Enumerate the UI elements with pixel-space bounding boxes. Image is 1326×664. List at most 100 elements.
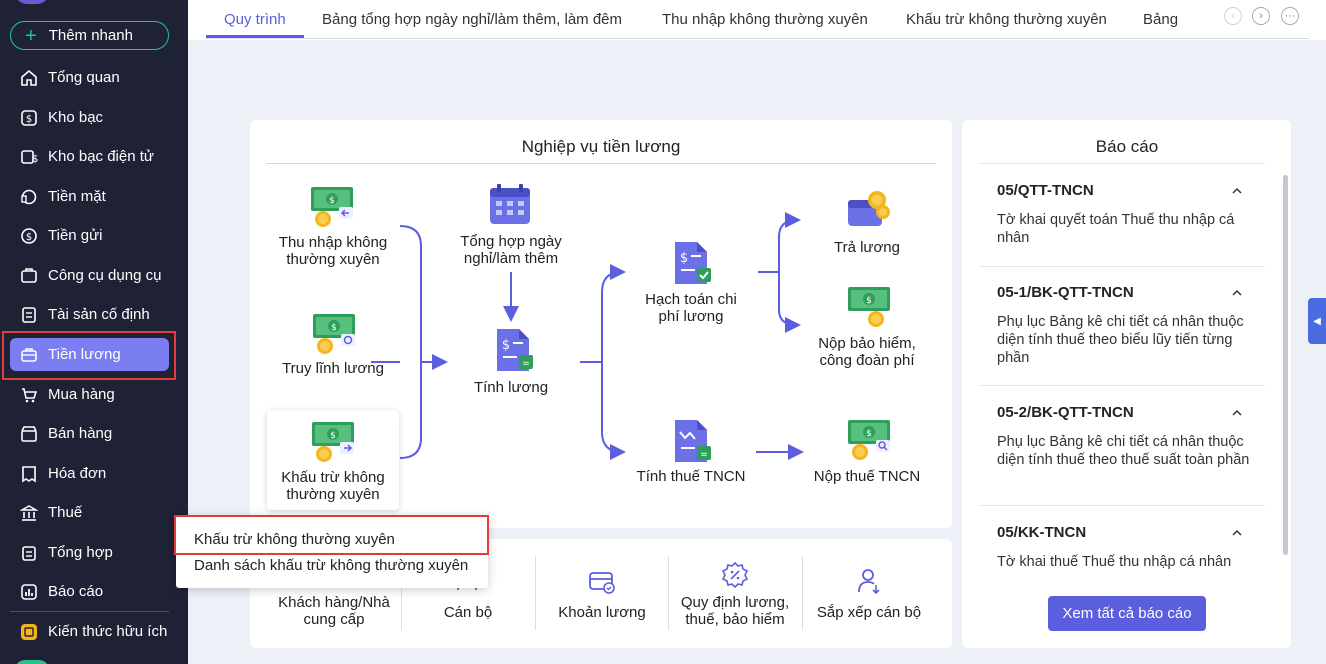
sidebar-item-label: Mua hàng xyxy=(48,386,115,403)
customer-supplier-link[interactable]: Khách hàng/Nhà cung cấp xyxy=(270,594,398,628)
sidebar-item-label: Kiến thức hữu ích xyxy=(48,623,168,640)
payroll-refund-label[interactable]: Truy lĩnh lương xyxy=(268,360,398,377)
menu-item-deduction-list[interactable]: Danh sách khấu trừ không thường xuyên xyxy=(194,557,468,574)
income-irregular-label[interactable]: Thu nhập không thường xuyên xyxy=(268,234,398,268)
pay-salary-label[interactable]: Trả lương xyxy=(802,239,932,256)
report-desc: Phụ lục Bảng kê chi tiết cá nhân thuộc d… xyxy=(997,314,1244,366)
sidebar-item-report[interactable]: Báo cáo xyxy=(10,575,169,608)
calendar-icon xyxy=(488,183,532,232)
sidebar-item-purchase[interactable]: Mua hàng xyxy=(10,378,169,411)
collapse-panel-icon[interactable]: ◀ xyxy=(1308,298,1326,344)
arrange-staff-link[interactable]: Sắp xếp cán bộ xyxy=(803,604,935,621)
sidebar-item-label: Bán hàng xyxy=(48,425,113,442)
quick-add-label: Thêm nhanh xyxy=(48,27,133,44)
deposit-icon: $ xyxy=(19,226,39,246)
more-icon[interactable]: ··· xyxy=(1281,7,1299,25)
sidebar-item-sales[interactable]: Bán hàng xyxy=(10,417,169,450)
sidebar-item-deposit[interactable]: $ Tiền gửi xyxy=(10,219,169,252)
tab-prev-icon[interactable]: ‹ xyxy=(1224,7,1242,25)
label-line: Khách hàng/Nhà xyxy=(278,594,390,611)
accounting-doc-icon: $ xyxy=(671,240,713,291)
report-divider xyxy=(979,505,1265,506)
label-line: cung cấp xyxy=(303,611,365,628)
chevron-up-icon[interactable] xyxy=(1231,185,1243,197)
sidebar-item-overview[interactable]: Tổng quan xyxy=(10,61,169,94)
calc-pit-label[interactable]: Tính thuế TNCN xyxy=(626,468,756,485)
sidebar-item-tools[interactable]: Công cụ dụng cụ xyxy=(10,259,169,292)
calc-salary-label[interactable]: Tính lương xyxy=(446,379,576,396)
e-treasury-icon: $ xyxy=(19,147,39,167)
label-line: Khấu trừ không xyxy=(281,469,385,486)
workflow-title-divider xyxy=(266,163,936,164)
sidebar-item-knowledge[interactable]: Kiến thức hữu ích xyxy=(10,615,169,648)
sidebar-item-label: Tài sản cố định xyxy=(48,306,150,323)
money-insurance-icon: $ xyxy=(846,285,894,334)
svg-text:$: $ xyxy=(32,154,38,165)
report-desc: Phụ lục Bảng kê chi tiết cá nhân thuộc d… xyxy=(997,434,1250,468)
report-divider xyxy=(979,385,1265,386)
sidebar-item-assets[interactable]: Tài sản cố định xyxy=(10,298,169,331)
report-item[interactable]: 05-2/BK-QTT-TNCN Phụ lục Bảng kê chi tiế… xyxy=(997,404,1267,469)
sidebar-item-label: Công cụ dụng cụ xyxy=(48,267,162,284)
chevron-up-icon[interactable] xyxy=(1231,527,1243,539)
pay-insurance-label[interactable]: Nộp bảo hiểm, công đoàn phí xyxy=(802,335,932,369)
logo xyxy=(15,0,49,4)
report-item[interactable]: 05/QTT-TNCN Tờ khai quyết toán Thuế thu … xyxy=(997,182,1267,247)
label-line: Nộp bảo hiểm, xyxy=(818,335,916,352)
report-divider xyxy=(979,266,1265,267)
sidebar-item-label: Tổng quan xyxy=(48,69,120,86)
sidebar-item-e-treasury[interactable]: $ Kho bạc điện tử xyxy=(10,140,169,173)
report-item[interactable]: 05-1/BK-QTT-TNCN Phụ lục Bảng kê chi tiế… xyxy=(997,284,1267,367)
sidebar-divider xyxy=(10,611,169,612)
tab-irregular-income[interactable]: Thu nhập không thường xuyên xyxy=(662,0,868,38)
tab-irregular-deduction[interactable]: Khấu trừ không thường xuyên xyxy=(906,0,1107,38)
svg-text:$: $ xyxy=(331,323,337,333)
chevron-up-icon[interactable] xyxy=(1231,407,1243,419)
tab-next-icon[interactable]: › xyxy=(1252,7,1270,25)
view-all-reports-button[interactable]: Xem tất cả báo cáo xyxy=(1048,596,1206,631)
staff-link[interactable]: Cán bộ xyxy=(402,604,534,621)
sidebar-item-treasury[interactable]: $ Kho bạc xyxy=(10,101,169,134)
timesheet-summary-label[interactable]: Tổng hợp ngày nghỉ/làm thêm xyxy=(446,233,576,267)
report-code: 05/KK-TNCN xyxy=(997,524,1087,541)
sidebar-item-invoice[interactable]: Hóa đơn xyxy=(10,457,169,490)
salary-doc-icon: $ = xyxy=(493,327,535,378)
tab-timesheet-summary[interactable]: Bảng tổng hợp ngày nghỉ/làm thêm, làm đê… xyxy=(322,0,622,38)
report-icon xyxy=(19,582,39,602)
deduction-irregular-label[interactable]: Khấu trừ không thường xuyên xyxy=(268,469,398,503)
reports-scrollbar[interactable] xyxy=(1283,175,1288,555)
svg-text:$: $ xyxy=(329,196,335,206)
money-refresh-icon: $ xyxy=(311,312,359,361)
quick-add-button[interactable]: + Thêm nhanh xyxy=(10,21,169,50)
money-deduct-icon: $ xyxy=(310,420,358,469)
sidebar-item-cash[interactable]: Tiền mặt xyxy=(10,180,169,213)
sidebar-item-label: Kho bạc xyxy=(48,109,104,126)
regulations-link[interactable]: Quy định lương, thuế, bảo hiểm xyxy=(669,594,801,628)
svg-text:$: $ xyxy=(866,296,872,306)
summary-icon xyxy=(19,543,39,563)
knowledge-icon xyxy=(19,622,39,642)
tabs-divider xyxy=(206,38,1309,39)
sidebar-item-label: Tiền gửi xyxy=(48,227,103,244)
svg-text:$: $ xyxy=(26,114,32,125)
report-code: 05-2/BK-QTT-TNCN xyxy=(997,404,1134,421)
cart-icon xyxy=(19,385,39,405)
label-line: thường xuyên xyxy=(286,251,380,268)
salary-item-link[interactable]: Khoản lương xyxy=(536,604,668,621)
wallet-coin-icon xyxy=(845,188,893,237)
report-desc: Tờ khai thuế Thuế thu nhập cá nhân xyxy=(997,554,1232,570)
tab-process[interactable]: Quy trình xyxy=(224,0,286,38)
svg-text:$: $ xyxy=(26,232,32,243)
sidebar-item-tax[interactable]: Thuế xyxy=(10,496,169,529)
home-icon xyxy=(19,68,39,88)
chevron-up-icon[interactable] xyxy=(1231,287,1243,299)
tab-table[interactable]: Bảng xyxy=(1143,0,1178,38)
accounting-label[interactable]: Hạch toán chi phí lương xyxy=(626,291,756,325)
sidebar-item-label: Tổng hợp xyxy=(48,544,113,561)
money-tax-icon: $ xyxy=(846,418,894,467)
sidebar-item-summary[interactable]: Tổng hợp xyxy=(10,536,169,569)
sidebar-item-label: Hóa đơn xyxy=(48,465,107,482)
report-item[interactable]: 05/KK-TNCN Tờ khai thuế Thuế thu nhập cá… xyxy=(997,524,1267,571)
pay-pit-label[interactable]: Nộp thuế TNCN xyxy=(802,468,932,485)
sales-icon xyxy=(19,424,39,444)
